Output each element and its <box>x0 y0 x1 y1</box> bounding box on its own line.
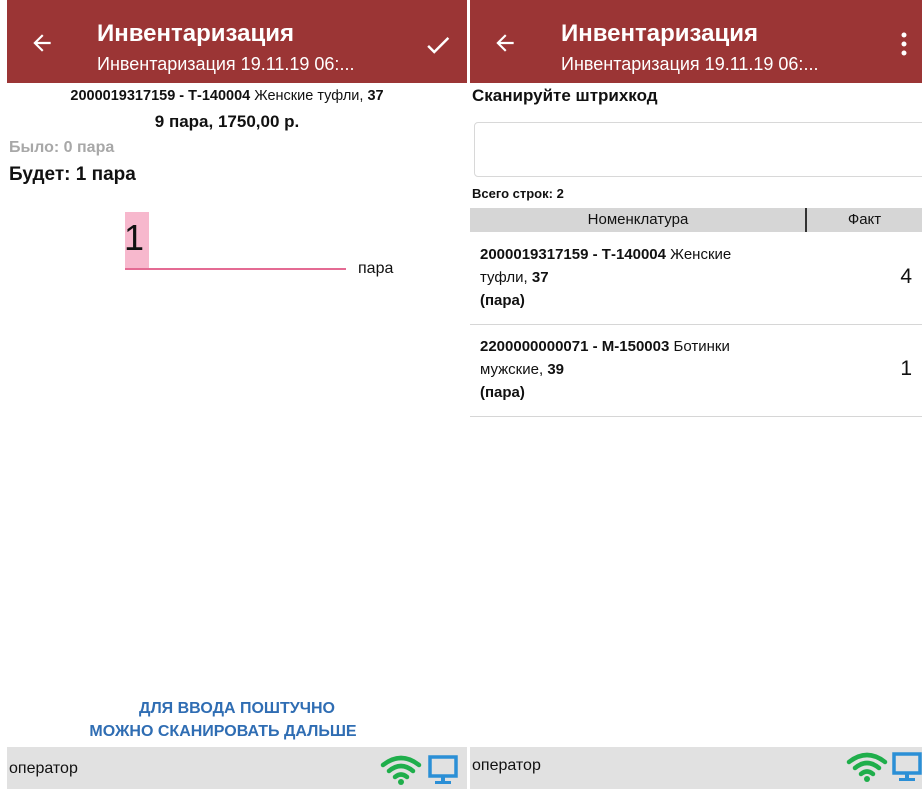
table-row[interactable]: 2200000000071 - М-150003 Ботинки мужские… <box>470 325 922 417</box>
quantity-value: 1 <box>124 217 145 258</box>
product-code: 2000019317159 - Т-140004 <box>70 88 251 104</box>
row-description: 2000019317159 - Т-140004 Женские туфли, … <box>480 243 800 312</box>
row-code: 2200000000071 - М-150003 <box>480 338 670 355</box>
monitor-icon <box>428 755 458 784</box>
will-be-quantity: Будет: 1 пара <box>9 164 136 185</box>
operator-label: оператор <box>472 757 541 774</box>
table-row[interactable]: 2000019317159 - Т-140004 Женские туфли, … <box>470 233 922 325</box>
column-header-nomenclature[interactable]: Номенклатура <box>470 211 806 228</box>
confirm-check-icon[interactable] <box>421 30 455 60</box>
row-description: 2200000000071 - М-150003 Ботинки мужские… <box>480 335 800 404</box>
status-bar: оператор <box>7 747 467 789</box>
wifi-icon <box>380 755 422 785</box>
row-code: 2000019317159 - Т-140004 <box>480 246 666 263</box>
monitor-icon <box>892 752 922 781</box>
screen-title: Инвентаризация <box>97 20 295 47</box>
row-name: Ботинки <box>669 338 730 355</box>
quantity-underline <box>125 268 346 270</box>
product-description: 2000019317159 - Т-140004 Женские туфли, … <box>7 88 447 104</box>
was-quantity: Было: 0 пара <box>9 139 115 156</box>
more-menu-icon[interactable] <box>900 32 908 56</box>
wifi-icon <box>846 752 888 782</box>
row-size: 37 <box>531 269 549 286</box>
row-size: 39 <box>547 361 564 378</box>
product-name: Женские туфли, <box>250 88 368 104</box>
right-screen: Инвентаризация Инвентаризация 19.11.19 0… <box>470 0 922 789</box>
hint-line-1: ДЛЯ ВВОДА ПОШТУЧНО <box>139 700 335 717</box>
hint-line-2: МОЖНО СКАНИРОВАТЬ ДАЛЬШЕ <box>89 723 357 740</box>
barcode-input[interactable] <box>474 122 922 177</box>
app-bar: Инвентаризация Инвентаризация 19.11.19 0… <box>470 0 922 83</box>
row-name: Женские <box>666 246 732 263</box>
row-unit: (пара) <box>480 292 525 309</box>
back-arrow-icon[interactable] <box>29 30 55 56</box>
product-size: 37 <box>367 88 384 104</box>
left-screen: Инвентаризация Инвентаризация 19.11.19 0… <box>7 0 467 789</box>
row-fact-value: 1 <box>900 357 912 380</box>
status-bar: оператор <box>470 747 922 789</box>
row-name-cont: мужские, <box>480 361 548 378</box>
row-unit: (пара) <box>480 384 525 401</box>
product-summary: 9 пара, 1750,00 р. <box>154 112 300 131</box>
screen-subtitle: Инвентаризация 19.11.19 06:... <box>561 54 819 74</box>
table-header: Номенклатура Факт <box>470 208 922 232</box>
row-fact-value: 4 <box>900 265 912 288</box>
back-arrow-icon[interactable] <box>492 30 518 56</box>
quantity-input[interactable]: 1 <box>124 212 346 270</box>
app-bar: Инвентаризация Инвентаризация 19.11.19 0… <box>7 0 467 83</box>
screen-title: Инвентаризация <box>561 20 759 47</box>
rows-count: Всего строк: 2 <box>472 186 564 201</box>
column-header-fact[interactable]: Факт <box>807 211 922 228</box>
row-name-cont: туфли, <box>480 269 532 286</box>
operator-label: оператор <box>9 760 78 777</box>
screen-subtitle: Инвентаризация 19.11.19 06:... <box>97 54 355 74</box>
scan-barcode-label: Сканируйте штрихкод <box>472 86 658 105</box>
unit-label: пара <box>358 260 394 277</box>
